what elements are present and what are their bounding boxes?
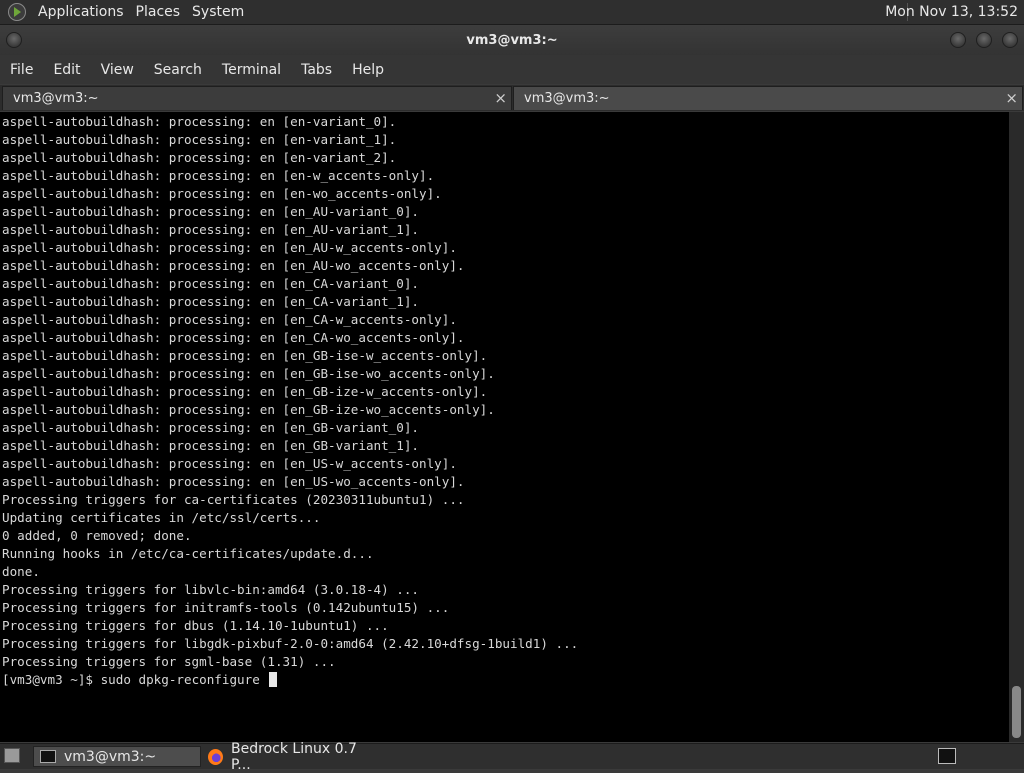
terminal-line: aspell-autobuildhash: processing: en [en… bbox=[2, 402, 495, 417]
scrollbar-thumb[interactable] bbox=[1012, 686, 1021, 738]
menu-help[interactable]: Help bbox=[342, 62, 394, 78]
taskbar-item-label: vm3@vm3:~ bbox=[64, 748, 157, 765]
terminal-line: aspell-autobuildhash: processing: en [en… bbox=[2, 456, 457, 471]
terminal-line: aspell-autobuildhash: processing: en [en… bbox=[2, 240, 457, 255]
panel-menu-system[interactable]: System bbox=[186, 4, 250, 20]
prompt-line[interactable]: [vm3@vm3 ~]$ sudo dpkg-reconfigure bbox=[2, 671, 1009, 689]
minimize-button[interactable] bbox=[950, 32, 966, 48]
terminal-line: aspell-autobuildhash: processing: en [en… bbox=[2, 330, 465, 345]
tab-bar: vm3@vm3:~ × vm3@vm3:~ × bbox=[0, 85, 1024, 111]
terminal-output[interactable]: aspell-autobuildhash: processing: en [en… bbox=[0, 112, 1009, 742]
terminal-line: aspell-autobuildhash: processing: en [en… bbox=[2, 186, 442, 201]
terminal-line: Processing triggers for initramfs-tools … bbox=[2, 600, 450, 615]
terminal-icon bbox=[40, 750, 56, 763]
close-window-button[interactable] bbox=[1002, 32, 1018, 48]
tab-label: vm3@vm3:~ bbox=[13, 91, 99, 106]
terminal-line: aspell-autobuildhash: processing: en [en… bbox=[2, 204, 420, 219]
terminal-line: 0 added, 0 removed; done. bbox=[2, 528, 192, 543]
terminal-line: Processing triggers for ca-certificates … bbox=[2, 492, 465, 507]
terminal-line: Processing triggers for sgml-base (1.31)… bbox=[2, 654, 336, 669]
terminal-line: Processing triggers for libgdk-pixbuf-2.… bbox=[2, 636, 579, 651]
terminal-line: aspell-autobuildhash: processing: en [en… bbox=[2, 276, 420, 291]
taskbar-item-browser[interactable]: Bedrock Linux 0.7 P... bbox=[202, 741, 372, 773]
show-desktop-icon[interactable] bbox=[4, 748, 20, 763]
tab-terminal-1[interactable]: vm3@vm3:~ × bbox=[2, 86, 512, 110]
terminal-line: aspell-autobuildhash: processing: en [en… bbox=[2, 438, 420, 453]
tab-label: vm3@vm3:~ bbox=[524, 91, 610, 106]
menu-view[interactable]: View bbox=[91, 62, 144, 78]
terminal-line: aspell-autobuildhash: processing: en [en… bbox=[2, 132, 397, 147]
maximize-button[interactable] bbox=[976, 32, 992, 48]
menu-edit[interactable]: Edit bbox=[43, 62, 90, 78]
terminal-line: aspell-autobuildhash: processing: en [en… bbox=[2, 312, 457, 327]
tray-terminal-icon[interactable] bbox=[938, 748, 956, 764]
bottom-panel: vm3@vm3:~ Bedrock Linux 0.7 P... bbox=[0, 741, 1024, 773]
window-title-bar[interactable]: vm3@vm3:~ bbox=[0, 25, 1024, 55]
terminal-line: aspell-autobuildhash: processing: en [en… bbox=[2, 168, 435, 183]
menu-file[interactable]: File bbox=[0, 62, 43, 78]
tab-terminal-2[interactable]: vm3@vm3:~ × bbox=[513, 86, 1023, 110]
text-cursor bbox=[269, 672, 278, 687]
terminal-line: Updating certificates in /etc/ssl/certs.… bbox=[2, 510, 321, 525]
top-panel: Applications Places System Mon Nov 13, 1… bbox=[0, 0, 1024, 25]
terminal-line: Processing triggers for libvlc-bin:amd64… bbox=[2, 582, 420, 597]
terminal-line: aspell-autobuildhash: processing: en [en… bbox=[2, 366, 495, 381]
menu-terminal[interactable]: Terminal bbox=[212, 62, 291, 78]
terminal-line: Running hooks in /etc/ca-certificates/up… bbox=[2, 546, 374, 561]
window-menu-button[interactable] bbox=[6, 32, 22, 48]
terminal-line: aspell-autobuildhash: processing: en [en… bbox=[2, 474, 465, 489]
terminal-line: aspell-autobuildhash: processing: en [en… bbox=[2, 420, 420, 435]
terminal-scrollbar[interactable] bbox=[1009, 112, 1024, 742]
clock[interactable]: Mon Nov 13, 13:52 bbox=[885, 4, 1018, 20]
terminal-line: aspell-autobuildhash: processing: en [en… bbox=[2, 258, 465, 273]
shell-prompt: [vm3@vm3 ~]$ bbox=[2, 672, 101, 687]
terminal-line: aspell-autobuildhash: processing: en [en… bbox=[2, 384, 488, 399]
taskbar-item-terminal[interactable]: vm3@vm3:~ bbox=[33, 746, 201, 767]
panel-menu-applications[interactable]: Applications bbox=[32, 4, 130, 20]
panel-menu-places[interactable]: Places bbox=[130, 4, 187, 20]
terminal-line: aspell-autobuildhash: processing: en [en… bbox=[2, 222, 420, 237]
menu-search[interactable]: Search bbox=[144, 62, 212, 78]
menu-tabs[interactable]: Tabs bbox=[291, 62, 342, 78]
menu-bar: File Edit View Search Terminal Tabs Help bbox=[0, 55, 1024, 84]
terminal-line: aspell-autobuildhash: processing: en [en… bbox=[2, 114, 397, 129]
terminal-line: Processing triggers for dbus (1.14.10-1u… bbox=[2, 618, 389, 633]
terminal-lines: aspell-autobuildhash: processing: en [en… bbox=[0, 112, 1009, 689]
tab-close-icon[interactable]: × bbox=[1005, 89, 1018, 107]
terminal-line: done. bbox=[2, 564, 40, 579]
distro-logo-icon[interactable] bbox=[8, 3, 26, 21]
terminal-line: aspell-autobuildhash: processing: en [en… bbox=[2, 348, 488, 363]
terminal-line: aspell-autobuildhash: processing: en [en… bbox=[2, 294, 420, 309]
terminal-line: aspell-autobuildhash: processing: en [en… bbox=[2, 150, 397, 165]
window-title: vm3@vm3:~ bbox=[466, 32, 558, 48]
command-input[interactable]: sudo dpkg-reconfigure bbox=[101, 672, 268, 687]
firefox-icon bbox=[208, 748, 224, 765]
tab-close-icon[interactable]: × bbox=[494, 89, 507, 107]
